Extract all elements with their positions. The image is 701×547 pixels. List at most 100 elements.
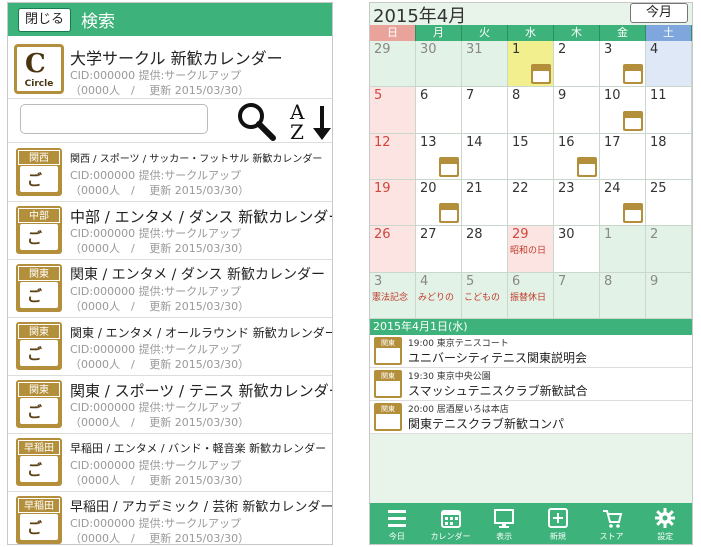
tab-monitor[interactable]: 表示 [477,503,531,544]
tab-gear[interactable]: 設定 [638,503,692,544]
region-calendar-icon: 早稲田ご [16,438,62,486]
calendar-day[interactable]: 29 昭和の日 [508,226,554,273]
day-number: 12 [374,134,391,150]
calendar-day[interactable]: 12 [370,133,416,180]
calendar-day[interactable]: 18 [646,133,692,180]
calendar-day[interactable]: 6 [416,87,462,134]
list-item[interactable]: 早稲田ご早稲田 / エンタメ / バンド・軽音楽 新歓カレンダー CID:0000… [8,434,332,492]
day-number: 3 [604,42,613,57]
calendar-day[interactable]: 26 [370,226,416,273]
calendar-day[interactable]: 5 こどもの [462,272,508,319]
calendar-day[interactable]: 17 [600,133,646,180]
calendar-day[interactable]: 5 [370,87,416,134]
search-icon[interactable] [236,101,276,141]
search-title: 検索 [81,12,116,32]
calendar-day[interactable]: 31 [462,41,508,88]
search-input[interactable] [20,104,208,134]
calendar-day[interactable]: 8 [600,272,646,319]
calendar-day[interactable]: 29 [370,41,416,88]
region-calendar-icon: 早稲田ご [16,496,62,544]
weekday-label: 木 [554,25,600,41]
sort-az-icon[interactable]: A Z [288,100,332,142]
event-marker-icon [531,64,551,85]
day-number: 29 [374,42,391,57]
calendar-day[interactable]: 2 [646,226,692,273]
calendar-day[interactable]: 9 [554,87,600,134]
holiday-name: 憲法記念 [372,292,409,303]
calendar-day[interactable]: 6 振替休日 [508,272,554,319]
event-marker-icon [439,156,459,177]
event-row[interactable]: 関東 20:00 居酒屋いろは本店 関東テニスクラブ新歓コンパ [370,401,692,434]
region-calendar-icon: 関東 [374,403,402,431]
calendar-day[interactable]: 1 [600,226,646,273]
day-number: 29 [512,227,529,243]
tab-list[interactable]: 今日 [370,503,424,544]
calendar-day[interactable]: 27 [416,226,462,273]
calendar-day[interactable]: 28 [462,226,508,273]
featured-calendar-item[interactable]: C Circle 大学サークル 新歓カレンダー CID:000000 提供:サー… [8,37,332,99]
tab-cart[interactable]: ストア [585,503,639,544]
calendar-day[interactable]: 23 [554,180,600,227]
calendar-day[interactable]: 13 [416,133,462,180]
calendar-list: 関西ご関西 / スポーツ / サッカー・フットサル 新歓カレンダー CID:000… [8,144,332,544]
calendar-day[interactable]: 15 [508,133,554,180]
weekday-label: 月 [416,25,462,41]
calendar-day[interactable]: 30 [416,41,462,88]
calendar-day[interactable]: 4 [646,41,692,88]
calendar-name: 関西 / スポーツ / サッカー・フットサル 新歓カレンダー [70,154,323,165]
event-row[interactable]: 関東 19:00 東京テニスコート ユニバーシティテニス関東説明会 [370,335,692,368]
calendar-day[interactable]: 30 [554,226,600,273]
holiday-name: 振替休日 [510,292,547,303]
calendar-day[interactable]: 19 [370,180,416,227]
calendar-day[interactable]: 16 [554,133,600,180]
calendar-day[interactable]: 14 [462,133,508,180]
tab-label: ストア [599,532,624,541]
calendar-day[interactable]: 8 [508,87,554,134]
calendar-day[interactable]: 9 [646,272,692,319]
event-time: 20:00 居酒屋いろは本店 [408,405,509,415]
day-number: 5 [374,88,383,104]
calendar-day[interactable]: 22 [508,180,554,227]
event-marker-icon [439,203,459,224]
list-item[interactable]: 関東ご関東 / スポーツ / テニス 新歓カレンダー CID:000000 提供:… [8,376,332,434]
event-marker-icon [577,156,597,177]
event-marker-icon [623,110,643,131]
day-number: 31 [466,42,483,57]
region-calendar-icon: 中部ご [16,206,62,254]
day-number: 16 [558,134,575,150]
calendar-day[interactable]: 3 憲法記念 [370,272,416,319]
tab-calendar[interactable]: カレンダー [424,503,478,544]
calendar-header: 2015年4月 今月 [370,3,692,27]
calendar-day[interactable]: 11 [646,87,692,134]
list-item[interactable]: 中部ご中部 / エンタメ / ダンス 新歓カレンダー CID:000000 提供:… [8,202,332,260]
day-number: 4 [650,42,659,57]
calendar-name: 中部 / エンタメ / ダンス 新歓カレンダー [70,208,333,226]
day-number: 14 [466,134,483,150]
close-button[interactable]: 閉じる [18,7,72,32]
tab-plus[interactable]: 新規 [531,503,585,544]
list-item[interactable]: 関東ご関東 / エンタメ / ダンス 新歓カレンダー CID:000000 提供:… [8,260,332,318]
this-month-button[interactable]: 今月 [630,3,688,23]
day-number: 1 [512,42,521,57]
calendar-name: 早稲田 / エンタメ / バンド・軽音楽 新歓カレンダー [70,442,327,455]
day-number: 30 [420,42,437,57]
event-row[interactable]: 関東 19:30 東京中央公園 スマッシュテニスクラブ新歓試合 [370,368,692,401]
day-number: 23 [558,181,575,196]
calendar-day[interactable]: 20 [416,180,462,227]
list-item[interactable]: 早稲田ご早稲田 / アカデミック / 芸術 新歓カレンダー CID:000000 … [8,492,332,544]
list-item[interactable]: 関西ご関西 / スポーツ / サッカー・フットサル 新歓カレンダー CID:000… [8,144,332,202]
calendar-day[interactable]: 10 [600,87,646,134]
calendar-day[interactable]: 21 [462,180,508,227]
calendar-day[interactable]: 7 [554,272,600,319]
calendar-day[interactable]: 25 [646,180,692,227]
list-item[interactable]: 関東ご関東 / エンタメ / オールラウンド 新歓カレンダー CID:000000… [8,318,332,376]
calendar-day[interactable]: 24 [600,180,646,227]
day-number: 3 [374,273,383,289]
calendar-day[interactable]: 1 [508,41,554,88]
calendar-day[interactable]: 4 みどりの [416,272,462,319]
day-number: 22 [512,181,529,196]
day-number: 28 [466,227,483,243]
calendar-day[interactable]: 2 [554,41,600,88]
calendar-day[interactable]: 7 [462,87,508,134]
calendar-day[interactable]: 3 [600,41,646,88]
